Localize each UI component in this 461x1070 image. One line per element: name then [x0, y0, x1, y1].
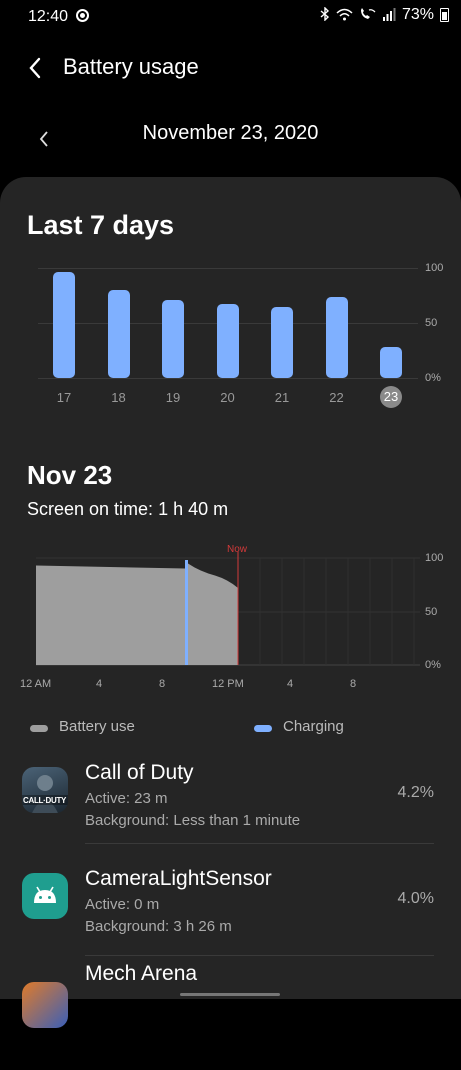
date-navigator: November 23, 2020	[0, 118, 461, 158]
status-bar: 12:40 73%	[0, 0, 461, 34]
top-app-bar: Battery usage	[0, 44, 461, 92]
back-button[interactable]	[22, 54, 50, 82]
day-label-20[interactable]: 20	[213, 390, 243, 405]
app-row-mech-arena[interactable]: Mech Arena	[0, 962, 461, 1070]
wifi-icon	[336, 8, 353, 23]
dc-y-label-0: 0%	[425, 659, 441, 671]
status-icons: 73%	[320, 6, 449, 24]
y-label-50: 50	[425, 317, 438, 329]
bar-day-21[interactable]	[271, 306, 293, 378]
chart-legend: Battery use Charging	[0, 717, 461, 741]
screen-on-time: Screen on time: 1 h 40 m	[27, 499, 229, 519]
battery-icon	[440, 8, 449, 22]
grid-line-0	[38, 378, 418, 379]
call-of-duty-icon-text: CALL·DUTY	[23, 796, 67, 805]
x-label-8am: 8	[159, 678, 166, 690]
bar-day-18[interactable]	[107, 290, 130, 378]
mech-arena-icon	[22, 982, 68, 1028]
bar-day-23[interactable]	[380, 347, 402, 378]
x-label-4am: 4	[96, 678, 103, 690]
bluetooth-icon	[320, 6, 330, 23]
battery-percent: 73%	[401, 6, 434, 23]
x-label-8pm: 8	[350, 678, 357, 690]
day-title: Nov 23	[27, 460, 113, 490]
day-label-22[interactable]: 22	[322, 390, 352, 405]
app-name: CameraLightSensor	[85, 867, 272, 890]
day-label-23[interactable]: 23	[380, 386, 402, 408]
dc-y-label-50: 50	[425, 606, 438, 618]
charging-legend: Charging	[283, 718, 344, 735]
dc-y-label-100: 100	[425, 552, 444, 564]
day-label-17[interactable]: 17	[49, 390, 79, 405]
android-icon	[22, 873, 68, 919]
app-usage-percent: 4.2%	[397, 784, 434, 801]
bar-day-22[interactable]	[325, 296, 348, 378]
grid-line-100	[38, 268, 418, 269]
day-label-21[interactable]: 21	[267, 390, 297, 405]
app-active-time: Active: 23 m	[85, 790, 168, 807]
divider	[85, 955, 434, 956]
signal-icon	[382, 7, 396, 23]
x-label-12pm: 12 PM	[212, 678, 244, 690]
app-name: Call of Duty	[85, 761, 194, 784]
now-label: Now	[227, 544, 248, 555]
home-indicator	[180, 993, 280, 996]
charging-marker	[185, 560, 188, 665]
y-label-100: 100	[425, 262, 444, 274]
app-row-call-of-duty[interactable]: CALL·DUTY Call of Duty Active: 23 m Back…	[0, 752, 461, 858]
notification-dot-icon	[76, 9, 89, 22]
battery-use-swatch	[30, 725, 48, 732]
back-arrow-icon	[29, 57, 41, 79]
charging-swatch	[254, 725, 272, 732]
usage-card: Last 7 days 100 50 0% 17 18 19 20 21 22 23 Nov…	[0, 177, 461, 1028]
app-name: Mech Arena	[85, 962, 198, 985]
app-active-time: Active: 0 m	[85, 896, 160, 913]
bar-day-20[interactable]	[216, 304, 239, 378]
y-label-0: 0%	[425, 372, 441, 384]
day-label-18[interactable]: 18	[104, 390, 134, 405]
bar-day-17[interactable]	[53, 272, 75, 378]
app-row-cameralightsensor[interactable]: CameraLightSensor Active: 0 m Background…	[0, 858, 461, 964]
x-label-4pm: 4	[287, 678, 294, 690]
selected-date: November 23, 2020	[142, 122, 319, 144]
status-time: 12:40	[28, 8, 69, 25]
day-label-19[interactable]: 19	[158, 390, 188, 405]
battery-use-legend: Battery use	[59, 718, 135, 735]
app-usage-percent: 4.0%	[397, 890, 434, 907]
wifi-call-icon	[359, 7, 376, 23]
app-background-time: Background: 3 h 26 m	[85, 918, 232, 935]
page-title: Battery usage	[63, 54, 199, 79]
app-background-time: Background: Less than 1 minute	[85, 812, 301, 829]
call-of-duty-icon: CALL·DUTY	[22, 767, 68, 813]
weekly-bar-chart: 100 50 0% 17 18 19 20 21 22 23	[0, 177, 461, 417]
x-label-12am: 12 AM	[20, 678, 52, 690]
divider	[85, 843, 434, 844]
daily-battery-chart: Now 100 50 0% 12 AM 4 8 12 PM 4 8	[0, 542, 461, 702]
battery-use-area	[36, 563, 238, 665]
bar-day-19[interactable]	[162, 299, 184, 378]
